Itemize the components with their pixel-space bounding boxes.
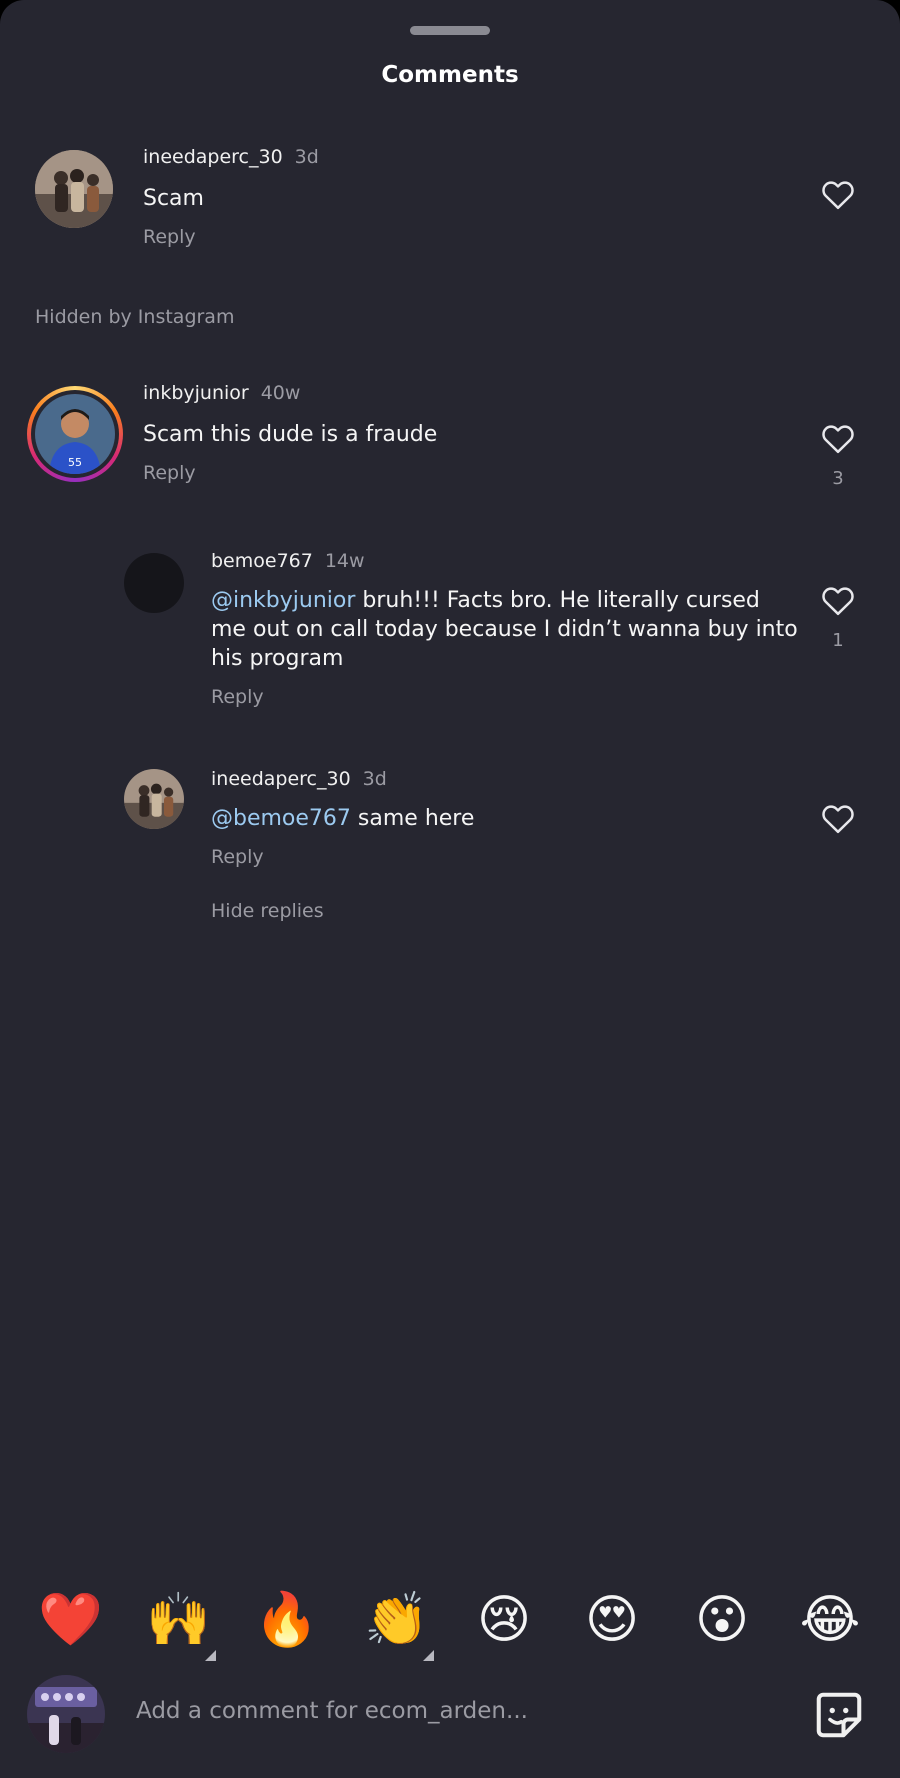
reply-text: @bemoe767 same here xyxy=(211,804,474,833)
reply-button[interactable]: Reply xyxy=(211,846,264,868)
comment-text: Scam xyxy=(143,186,204,211)
heart-icon[interactable] xyxy=(820,802,856,834)
timestamp: 14w xyxy=(324,550,365,572)
heart-icon[interactable] xyxy=(820,178,856,210)
like-count: 3 xyxy=(832,468,844,489)
heart-icon[interactable] xyxy=(820,422,856,454)
comment-composer xyxy=(0,1668,900,1778)
skin-tone-indicator-icon xyxy=(423,1650,434,1661)
reply-button[interactable]: Reply xyxy=(143,226,196,248)
heart-emoji[interactable]: ❤️ xyxy=(38,1588,103,1652)
reply-text: @inkbyjunior bruh!!! Facts bro. He liter… xyxy=(211,586,811,673)
reply-button[interactable]: Reply xyxy=(211,686,264,708)
comment-input[interactable] xyxy=(136,1698,696,1724)
timestamp: 40w xyxy=(260,382,301,404)
like-count: 1 xyxy=(832,630,844,651)
comment-header: ineedaperc_30 3d xyxy=(143,146,319,168)
quick-reactions-bar: ❤️ 🙌 🔥 👏 😢 😍 😮 😂 xyxy=(0,1588,900,1668)
comments-sheet: Comments ineedaperc_30 3d Scam Reply Hidd… xyxy=(0,0,900,1778)
crying-face-emoji[interactable]: 😢 xyxy=(472,1588,536,1652)
username[interactable]: ineedaperc_30 xyxy=(143,146,283,168)
hide-replies-button[interactable]: Hide replies xyxy=(211,900,324,922)
mention-link[interactable]: @inkbyjunior xyxy=(211,588,355,613)
reply-text-line: his program xyxy=(211,646,344,671)
hidden-by-instagram-note[interactable]: Hidden by Instagram xyxy=(35,306,234,328)
my-avatar[interactable] xyxy=(27,1675,105,1753)
username[interactable]: bemoe767 xyxy=(211,550,313,572)
fire-emoji[interactable]: 🔥 xyxy=(254,1588,319,1652)
reply-button[interactable]: Reply xyxy=(143,462,196,484)
timestamp: 3d xyxy=(362,768,387,790)
comment-header: inkbyjunior 40w xyxy=(143,382,300,404)
raising-hands-emoji[interactable]: 🙌 xyxy=(146,1588,211,1652)
comment-header: bemoe767 14w xyxy=(211,550,365,572)
tears-of-joy-emoji[interactable]: 😂 xyxy=(798,1588,862,1652)
surprised-face-emoji[interactable]: 😮 xyxy=(690,1588,754,1652)
mention-link[interactable]: @bemoe767 xyxy=(211,806,351,831)
reply-text-line: bruh!!! Facts bro. He literally cursed xyxy=(362,588,760,613)
story-ring-avatar[interactable]: 55 xyxy=(27,386,123,482)
heart-eyes-emoji[interactable]: 😍 xyxy=(580,1588,644,1652)
avatar[interactable] xyxy=(124,553,184,613)
comment-text: Scam this dude is a fraude xyxy=(143,422,438,447)
reply-text-line: me out on call today because I didn’t wa… xyxy=(211,617,798,642)
username[interactable]: ineedaperc_30 xyxy=(211,768,351,790)
svg-text:55: 55 xyxy=(68,456,82,469)
timestamp: 3d xyxy=(294,146,319,168)
heart-icon[interactable] xyxy=(820,584,856,616)
clapping-hands-emoji[interactable]: 👏 xyxy=(364,1588,429,1652)
username[interactable]: inkbyjunior xyxy=(143,382,249,404)
drag-handle[interactable] xyxy=(410,26,490,35)
avatar[interactable] xyxy=(124,769,184,829)
avatar[interactable] xyxy=(35,150,113,228)
reply-text-line: same here xyxy=(357,806,475,831)
sticker-icon[interactable] xyxy=(812,1688,866,1742)
sheet-title: Comments xyxy=(381,62,519,88)
comment-header: ineedaperc_30 3d xyxy=(211,768,387,790)
skin-tone-indicator-icon xyxy=(205,1650,216,1661)
